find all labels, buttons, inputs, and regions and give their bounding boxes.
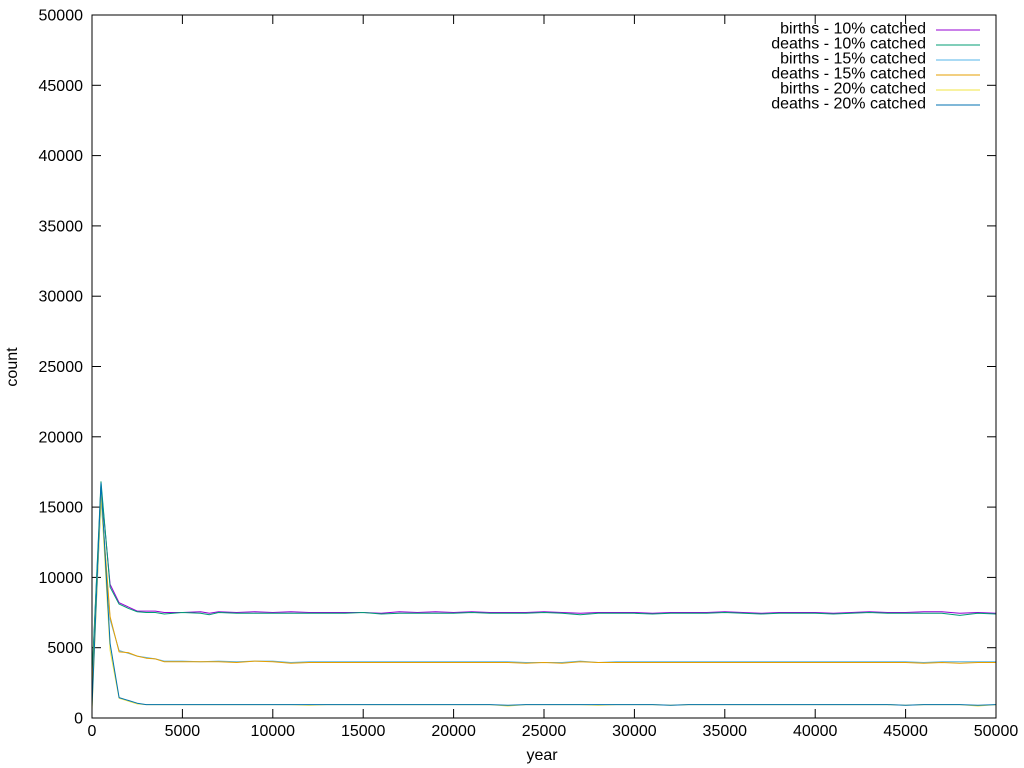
y-axis-label: count xyxy=(4,347,21,387)
y-tick-label: 30000 xyxy=(39,289,84,306)
x-tick-label: 20000 xyxy=(431,723,476,740)
legend: births - 10% catcheddeaths - 10% catched… xyxy=(771,21,980,113)
y-tick-label: 20000 xyxy=(39,429,84,446)
series-line-3 xyxy=(91,499,996,697)
x-tick-label: 15000 xyxy=(341,723,386,740)
x-tick-label: 5000 xyxy=(165,723,201,740)
series-line-2 xyxy=(91,481,997,678)
line-chart: 0 5000 10000 15000 20000 25000 30000 35000 40000… xyxy=(4,8,1019,765)
series-line-6 xyxy=(91,482,997,707)
x-tick-label: 0 xyxy=(88,723,97,740)
x-tick-label: 30000 xyxy=(612,723,657,740)
y-tick-label: 10000 xyxy=(39,570,84,587)
series-line-1 xyxy=(91,485,997,679)
y-tick-label: 5000 xyxy=(47,640,83,657)
series-line-4 xyxy=(91,495,996,697)
x-tick-label: 40000 xyxy=(793,723,838,740)
axis-ticks: 0 5000 10000 15000 20000 25000 30000 35000 40000… xyxy=(39,8,1019,741)
x-axis-label: year xyxy=(526,747,558,764)
y-tick-label: 0 xyxy=(74,711,83,728)
y-tick-label: 25000 xyxy=(39,359,84,376)
x-tick-label: 50000 xyxy=(974,723,1019,740)
series-lines xyxy=(91,481,997,710)
y-tick-label: 45000 xyxy=(39,78,84,95)
x-tick-label: 25000 xyxy=(522,723,567,740)
y-tick-label: 35000 xyxy=(39,218,84,235)
legend-label: deaths - 20% catched xyxy=(771,96,926,113)
x-tick-label: 35000 xyxy=(703,723,748,740)
y-tick-label: 15000 xyxy=(39,500,84,517)
x-tick-label: 45000 xyxy=(883,723,928,740)
series-line-5 xyxy=(91,492,997,710)
y-tick-label: 50000 xyxy=(39,8,84,25)
y-tick-label: 40000 xyxy=(39,148,84,165)
x-tick-label: 10000 xyxy=(251,723,296,740)
